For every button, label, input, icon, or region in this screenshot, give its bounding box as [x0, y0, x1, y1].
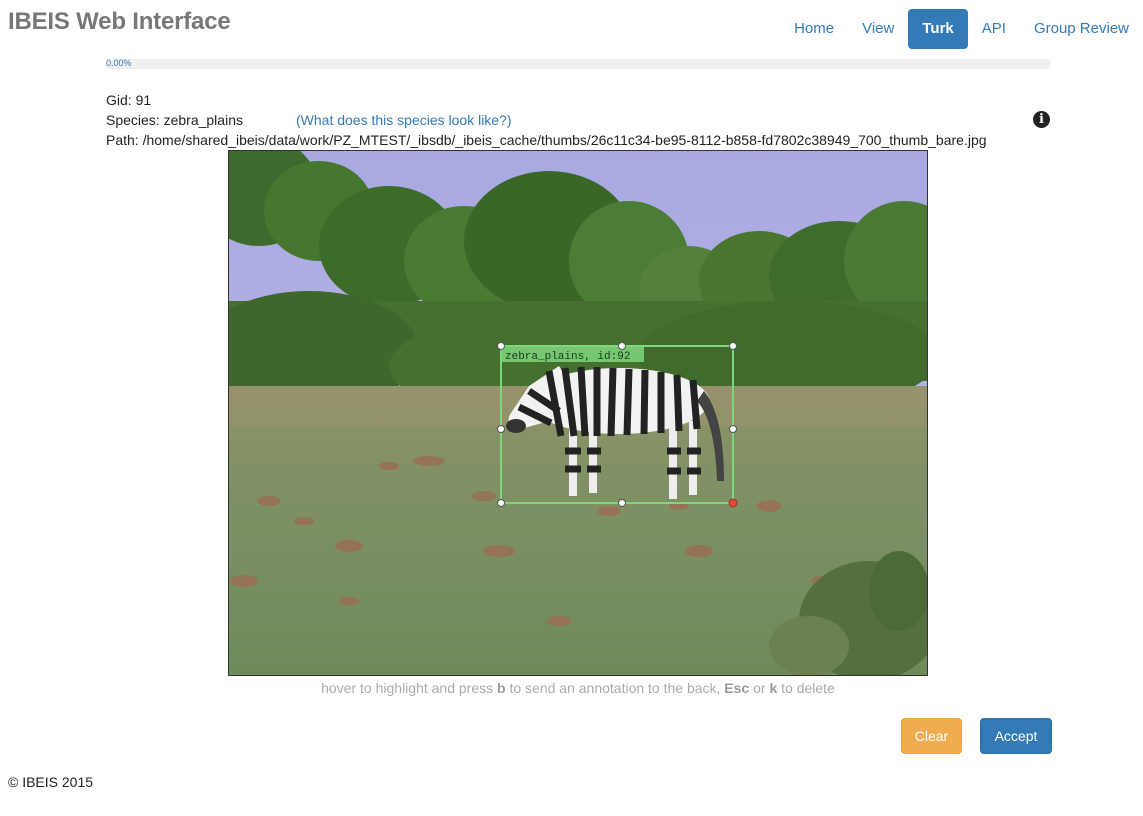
footer-copyright: © IBEIS 2015	[8, 774, 94, 790]
annotation-canvas[interactable]: zebra_plains, id:92	[228, 150, 928, 676]
annotation-overlay: zebra_plains, id:92	[497, 342, 738, 508]
species-label: Species:	[106, 112, 160, 128]
species-value: zebra_plains	[163, 112, 243, 128]
path-value: /home/shared_ibeis/data/work/PZ_MTEST/_i…	[142, 132, 987, 148]
nav-turk[interactable]: Turk	[908, 9, 968, 49]
species-example-link[interactable]: (What does this species look like?)	[296, 110, 512, 130]
species-line: Species: zebra_plains	[106, 110, 243, 130]
hint-part2: to send an annotation to the back,	[505, 680, 725, 696]
gid-label: Gid:	[106, 92, 132, 108]
accept-button[interactable]: Accept	[980, 718, 1052, 754]
hint-part1: hover to highlight and press	[321, 680, 498, 696]
gid-value: 91	[135, 92, 152, 108]
annotation-box[interactable]	[500, 345, 734, 504]
main-nav: Home View Turk API Group Review	[780, 9, 1143, 49]
handle-top-center[interactable]	[618, 342, 626, 350]
nav-view[interactable]: View	[848, 9, 908, 49]
nav-home[interactable]: Home	[780, 9, 848, 49]
brand-title[interactable]: IBEIS Web Interface	[8, 8, 231, 36]
hint-part3: or	[749, 680, 770, 696]
path-label: Path:	[106, 132, 139, 148]
handle-bottom-right[interactable]	[728, 498, 738, 508]
info-circle-icon[interactable]: i	[1033, 111, 1050, 128]
path-line: Path: /home/shared_ibeis/data/work/PZ_MT…	[106, 130, 987, 150]
handle-bottom-left[interactable]	[497, 499, 505, 507]
gid-line: Gid: 91	[106, 90, 151, 110]
progress-label: 0.00%	[106, 59, 132, 68]
handle-top-left[interactable]	[497, 342, 505, 350]
handle-top-right[interactable]	[729, 342, 737, 350]
hint-key-esc: Esc	[724, 680, 750, 696]
hint-key-b: b	[497, 680, 506, 696]
clear-button[interactable]: Clear	[901, 718, 962, 754]
nav-group-review[interactable]: Group Review	[1020, 9, 1143, 49]
handle-middle-right[interactable]	[729, 425, 737, 433]
resize-handles[interactable]	[497, 342, 737, 507]
nav-api[interactable]: API	[968, 9, 1020, 49]
hint-part4: to delete	[777, 680, 835, 696]
keyboard-hint: hover to highlight and press b to send a…	[0, 679, 1143, 697]
annotation-label: zebra_plains, id:92	[505, 351, 630, 363]
handle-middle-left[interactable]	[497, 425, 505, 433]
handle-bottom-center[interactable]	[618, 499, 626, 507]
progress-bar: 0.00%	[106, 59, 1051, 69]
